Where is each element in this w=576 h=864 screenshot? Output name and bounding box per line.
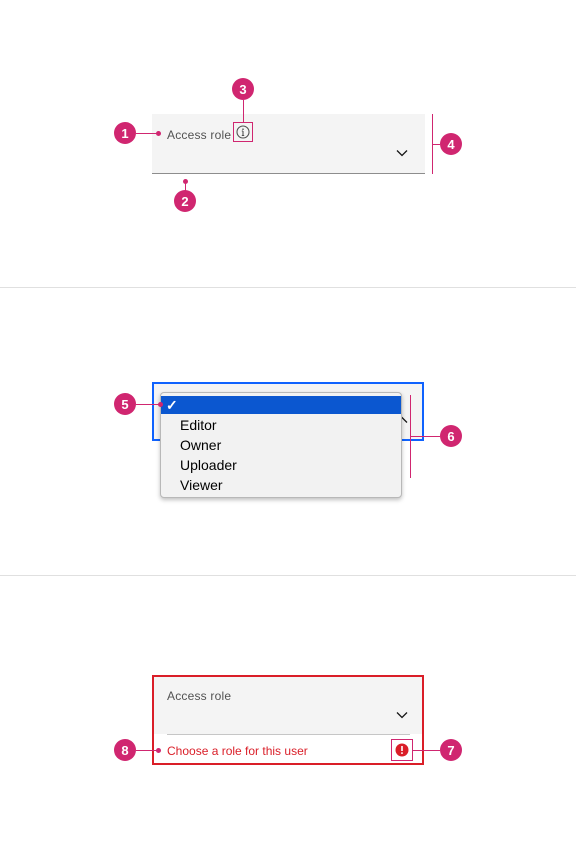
callout-5: 5 <box>114 393 136 415</box>
callout-4: 4 <box>440 133 462 155</box>
callout-3-line <box>243 100 244 122</box>
callout-6-line <box>410 436 440 437</box>
callout-8-dot <box>156 748 161 753</box>
section-divider <box>0 287 576 288</box>
callout-1: 1 <box>114 122 136 144</box>
chevron-down-icon[interactable] <box>396 711 408 719</box>
info-icon[interactable] <box>236 125 250 139</box>
field-bottom-border <box>167 734 410 735</box>
select-field-invalid[interactable] <box>154 677 422 734</box>
options-list: ✓ Editor Owner Uploader Viewer <box>160 392 402 498</box>
warning-filled-icon <box>395 743 409 757</box>
chevron-down-icon[interactable] <box>396 149 408 157</box>
option-owner[interactable]: Owner <box>180 437 221 453</box>
callout-7: 7 <box>440 739 462 761</box>
callout-1-line <box>136 133 158 134</box>
check-icon: ✓ <box>166 397 178 413</box>
callout-5-dot <box>158 402 163 407</box>
error-message: Choose a role for this user <box>167 744 308 758</box>
callout-1-dot <box>156 131 161 136</box>
callout-8: 8 <box>114 739 136 761</box>
callout-4-line <box>432 144 440 145</box>
callout-2: 2 <box>174 190 196 212</box>
callout-7-line <box>413 750 440 751</box>
field-label: Access role <box>167 128 232 142</box>
callout-3: 3 <box>232 78 254 100</box>
option-uploader[interactable]: Uploader <box>180 457 237 473</box>
section-divider <box>0 575 576 576</box>
select-field[interactable] <box>152 114 425 173</box>
option-editor[interactable]: Editor <box>180 417 217 433</box>
callout-8-line <box>136 750 158 751</box>
field-bottom-border <box>152 173 425 174</box>
field-label: Access role <box>167 689 232 703</box>
option-viewer[interactable]: Viewer <box>180 477 223 493</box>
option-selected-blank[interactable]: ✓ <box>161 396 401 414</box>
callout-5-line <box>136 404 160 405</box>
callout-6: 6 <box>440 425 462 447</box>
